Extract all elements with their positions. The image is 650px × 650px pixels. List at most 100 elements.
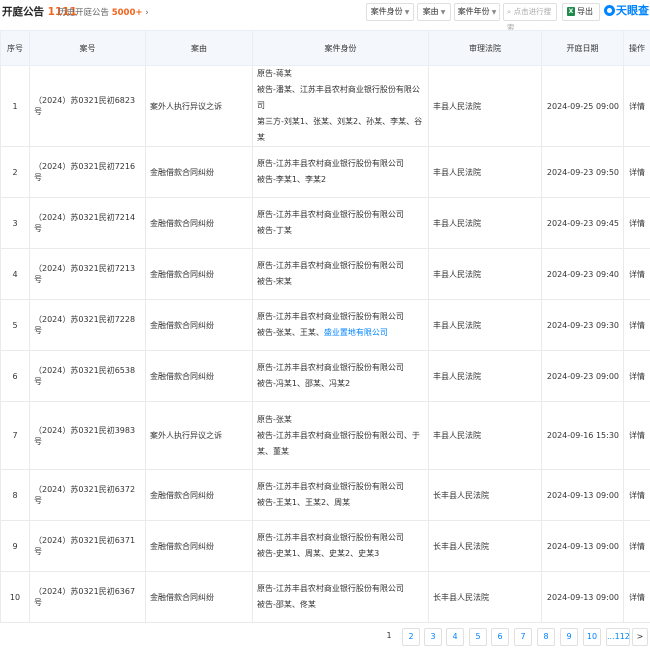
case-number-link[interactable]: （2024）苏0321民初6367号 — [29, 571, 146, 623]
court-name: 丰县人民法院 — [428, 401, 542, 470]
title-text: 开庭公告 — [2, 6, 44, 18]
page-button[interactable]: 2 — [402, 628, 420, 646]
table-row: 9 （2024）苏0321民初6371号 金融借款合同纠纷 原告-江苏丰县农村商业银行… — [0, 520, 650, 572]
hearing-date: 2024-09-13 09:00 — [541, 469, 624, 521]
case-parties: 原告-江苏丰县农村商业银行股份有限公司 被告-冯某1、邵某、冯某2 — [252, 350, 429, 402]
filter-case-role[interactable]: 案件身份 ▼ — [366, 3, 414, 21]
detail-link[interactable]: 详情 — [623, 350, 650, 402]
case-number-link[interactable]: （2024）苏0321民初6823号 — [29, 65, 146, 147]
hearing-date: 2024-09-23 09:40 — [541, 248, 624, 300]
table-row: 5 （2024）苏0321民初7228号 金融借款合同纠纷 原告-江苏丰县农村商业银行… — [0, 299, 650, 351]
hearing-date: 2024-09-16 15:30 — [541, 401, 624, 470]
detail-link[interactable]: 详情 — [623, 248, 650, 300]
page-button[interactable]: 5 — [469, 628, 487, 646]
party-line: 被告-张某、王某、盛业置地有限公司 — [257, 325, 424, 341]
court-name: 长丰县人民法院 — [428, 571, 542, 623]
history-count: 5000+ — [111, 8, 143, 18]
party-text: 被告-史某1、周某、史某2、史某3 — [257, 549, 380, 558]
party-text: 被告-冯某1、邵某、冯某2 — [257, 379, 351, 388]
row-number: 2 — [0, 146, 30, 198]
hearing-date: 2024-09-23 09:00 — [541, 350, 624, 402]
row-number: 4 — [0, 248, 30, 300]
court-name: 丰县人民法院 — [428, 248, 542, 300]
page-button[interactable]: 10 — [583, 628, 601, 646]
party-text: 被告-丁某 — [257, 226, 292, 235]
page-button[interactable]: 3 — [424, 628, 442, 646]
court-name: 丰县人民法院 — [428, 350, 542, 402]
party-line: 被告-宋某 — [257, 274, 424, 290]
case-number-link[interactable]: （2024）苏0321民初6372号 — [29, 469, 146, 521]
header-bar: 开庭公告 1111 历史开庭公告 5000+ › 案件身份 ▼ 案由 ▼ 案件年份 ▼… — [0, 0, 650, 32]
court-notice-table: 序号 案号 案由 案件身份 审理法院 开庭日期 操作 1 （2024）苏0321民… — [0, 30, 650, 623]
row-number: 9 — [0, 520, 30, 572]
party-line: 原告-蒋某 — [257, 66, 424, 82]
row-number: 6 — [0, 350, 30, 402]
col-header-court: 审理法院 — [428, 30, 542, 66]
case-number-link[interactable]: （2024）苏0321民初7213号 — [29, 248, 146, 300]
party-line: 被告-史某1、周某、史某2、史某3 — [257, 546, 424, 562]
detail-link[interactable]: 详情 — [623, 571, 650, 623]
party-text: 被告-潘某、江苏丰县农村商业银行股份有限公司 — [257, 85, 420, 110]
hearing-date: 2024-09-23 09:45 — [541, 197, 624, 249]
case-parties: 原告-江苏丰县农村商业银行股份有限公司 被告-张某、王某、盛业置地有限公司 — [252, 299, 429, 351]
party-text: 原告-江苏丰县农村商业银行股份有限公司 — [257, 210, 404, 219]
filter-case-reason[interactable]: 案由 ▼ — [417, 3, 451, 21]
party-text: 被告-宋某 — [257, 277, 292, 286]
party-line: 第三方-刘某1、张某、刘某2、孙某、李某、谷某 — [257, 114, 424, 146]
detail-link[interactable]: 详情 — [623, 469, 650, 521]
pagination: 1 2 3 4 5 6 7 8 9 10 ...112 > — [0, 628, 650, 648]
row-number: 7 — [0, 401, 30, 470]
col-header-no: 序号 — [0, 30, 30, 66]
case-number-link[interactable]: （2024）苏0321民初7228号 — [29, 299, 146, 351]
party-line: 原告-江苏丰县农村商业银行股份有限公司 — [257, 309, 424, 325]
party-line: 被告-李某1、李某2 — [257, 172, 424, 188]
case-number-link[interactable]: （2024）苏0321民初7216号 — [29, 146, 146, 198]
party-line: 被告-王某1、王某2、周某 — [257, 495, 424, 511]
party-line: 原告-江苏丰县农村商业银行股份有限公司 — [257, 581, 424, 597]
case-number-link[interactable]: （2024）苏0321民初6538号 — [29, 350, 146, 402]
hearing-date: 2024-09-13 09:00 — [541, 571, 624, 623]
page-button[interactable]: 1 — [380, 628, 398, 646]
case-number-link[interactable]: （2024）苏0321民初3983号 — [29, 401, 146, 470]
party-text: 原告-江苏丰县农村商业银行股份有限公司 — [257, 261, 404, 270]
case-number-link[interactable]: （2024）苏0321民初6371号 — [29, 520, 146, 572]
detail-link[interactable]: 详情 — [623, 299, 650, 351]
next-page-button[interactable]: > — [632, 628, 648, 646]
party-text: 被告-邵某、佟某 — [257, 600, 316, 609]
case-number-link[interactable]: （2024）苏0321民初7214号 — [29, 197, 146, 249]
detail-link[interactable]: 详情 — [623, 65, 650, 147]
page-button[interactable]: 8 — [537, 628, 555, 646]
case-reason: 金融借款合同纠纷 — [145, 248, 253, 300]
case-parties: 原告-张某被告-江苏丰县农村商业银行股份有限公司、于某、董某 — [252, 401, 429, 470]
logo: 天眼查 — [604, 2, 649, 18]
hearing-date: 2024-09-23 09:30 — [541, 299, 624, 351]
detail-link[interactable]: 详情 — [623, 520, 650, 572]
history-link[interactable]: 历史开庭公告 5000+ › — [58, 6, 149, 18]
detail-link[interactable]: 详情 — [623, 197, 650, 249]
party-line: 原告-江苏丰县农村商业银行股份有限公司 — [257, 207, 424, 223]
party-line: 被告-江苏丰县农村商业银行股份有限公司、于 — [257, 428, 424, 444]
detail-link[interactable]: 详情 — [623, 146, 650, 198]
page-button[interactable]: 6 — [491, 628, 509, 646]
page-button[interactable]: 7 — [514, 628, 532, 646]
party-text: 原告-张某 — [257, 414, 292, 424]
search-input[interactable]: ⌕ 点击进行搜索 — [503, 3, 557, 32]
party-line: 被告-丁某 — [257, 223, 424, 239]
detail-link[interactable]: 详情 — [623, 401, 650, 470]
party-company-link[interactable]: 盛业置地有限公司 — [324, 328, 388, 337]
chevron-down-icon: ▼ — [404, 9, 410, 16]
party-line: 原告-江苏丰县农村商业银行股份有限公司 — [257, 258, 424, 274]
party-text: 某、董某 — [257, 446, 289, 456]
page-button[interactable]: ...112 — [606, 628, 630, 646]
export-button[interactable]: X 导出 — [562, 3, 600, 21]
court-name: 长丰县人民法院 — [428, 520, 542, 572]
page-button[interactable]: 4 — [446, 628, 464, 646]
page-button[interactable]: 9 — [560, 628, 578, 646]
filter-case-year[interactable]: 案件年份 ▼ — [454, 3, 500, 21]
case-reason: 案外人执行异议之诉 — [145, 401, 253, 470]
party-line: 原告-江苏丰县农村商业银行股份有限公司 — [257, 479, 424, 495]
court-name: 长丰县人民法院 — [428, 469, 542, 521]
case-reason: 金融借款合同纠纷 — [145, 146, 253, 198]
case-parties: 原告-江苏丰县农村商业银行股份有限公司 被告-史某1、周某、史某2、史某3 — [252, 520, 429, 572]
chevron-down-icon: ▼ — [440, 9, 446, 16]
